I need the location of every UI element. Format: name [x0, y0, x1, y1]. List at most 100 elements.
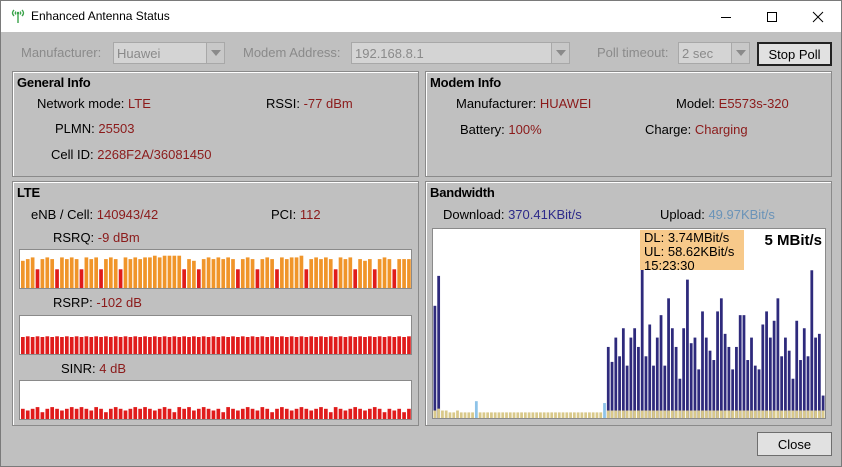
download-bar [750, 337, 753, 418]
poll-timeout-select[interactable]: 2 sec [678, 42, 750, 64]
upload-bar [535, 412, 539, 418]
rsrq-history-bar [177, 255, 182, 288]
rsrq-history-bar [196, 269, 201, 288]
rsrp-history-bar [192, 336, 196, 354]
rsrq-history-bar [250, 259, 255, 288]
manufacturer-select[interactable]: Huawei [113, 42, 225, 64]
minimize-button[interactable] [703, 1, 749, 32]
poll-timeout-label: Poll timeout: [597, 45, 669, 60]
rsrq-history-bar [148, 257, 152, 288]
rsrq-history-bar [377, 259, 382, 288]
title-bar[interactable]: Enhanced Antenna Status [1, 1, 841, 32]
upload-bar [576, 412, 580, 418]
rsrq-history-bar [187, 259, 191, 288]
download-bar [765, 311, 768, 418]
upload-bar [621, 410, 625, 418]
upload-bar [482, 412, 486, 418]
upload-bar [682, 410, 686, 418]
bandwidth-title: Bandwidth [430, 185, 495, 200]
chevron-down-icon[interactable] [551, 43, 569, 63]
model-value: E5573s-320 [718, 96, 789, 111]
rsrp-history-bar [338, 336, 343, 354]
rsrq-history-bar [138, 259, 142, 288]
upload-bar [674, 410, 678, 418]
rsrq-history-bar [99, 269, 103, 288]
rsrp-history-bar [284, 337, 289, 354]
upload-bar [633, 410, 637, 418]
sinr-history-bar [64, 408, 69, 419]
sinr-history-bar [45, 408, 50, 419]
upload-bar [565, 412, 569, 418]
rsrp-history-bar [245, 337, 250, 354]
rsrq-history-bar [382, 257, 387, 288]
rssi-label: RSSI: [266, 96, 300, 111]
upload-bar [806, 410, 810, 418]
sinr-history-bar [240, 408, 245, 419]
upload-bar [784, 410, 787, 418]
upload-bar [719, 410, 723, 418]
rssi-value: -77 dBm [303, 96, 353, 111]
sinr-history-bar [358, 408, 362, 419]
download-bar [806, 356, 810, 418]
sinr-label: SINR: [61, 361, 96, 376]
sinr-history-bar [265, 408, 270, 419]
rsrq-history-bar [182, 269, 186, 288]
upload-bar [697, 410, 701, 418]
modem-info-title: Modem Info [430, 75, 501, 90]
rsrq-history-bar [324, 257, 328, 288]
close-button[interactable]: Close [757, 432, 832, 456]
upload-bar [723, 410, 727, 418]
chevron-down-icon[interactable] [206, 43, 224, 63]
sinr-history-bar [309, 410, 314, 419]
rsrp-history-bar [333, 337, 338, 354]
rsrp-history-bar [79, 337, 84, 354]
download-bar [633, 328, 637, 418]
upload-bar [742, 410, 746, 418]
rsrp-history-bar [99, 337, 103, 354]
modem-address-select[interactable]: 192.168.8.1 [351, 42, 570, 64]
rsrp-history-bar [382, 337, 387, 354]
rsrp-history-bar [177, 337, 182, 354]
upload-bar [527, 412, 531, 418]
upload-bar [802, 410, 806, 418]
sinr-history-bar [55, 408, 59, 419]
stop-poll-button[interactable]: Stop Poll [757, 42, 832, 66]
rsrq-history-bar [260, 259, 265, 288]
upload-bar [452, 412, 456, 418]
modem-manufacturer-field: Manufacturer: HUAWEI [456, 96, 591, 111]
download-bar [735, 346, 738, 418]
rsrq-history-bar [245, 257, 250, 288]
rsrp-history-bar [275, 337, 279, 354]
download-bar [606, 346, 610, 418]
upload-bar [501, 412, 505, 418]
download-bar [433, 305, 437, 418]
sinr-history-bar [167, 408, 172, 419]
rsrp-history-bar [221, 336, 226, 354]
lte-title: LTE [17, 185, 40, 200]
close-window-button[interactable] [795, 1, 841, 32]
rsrq-history-bar [45, 257, 50, 288]
download-bar [742, 315, 746, 418]
rsrp-history-bar [226, 337, 230, 354]
download-bar [693, 337, 697, 418]
sinr-history-bar [94, 407, 98, 419]
rsrp-history-chart [19, 315, 412, 355]
rsrp-history-bar [30, 337, 35, 354]
chevron-down-icon[interactable] [731, 43, 749, 63]
rsrp-history-bar [250, 336, 255, 354]
upload-bar [618, 410, 621, 418]
sinr-history-bar [221, 412, 226, 419]
download-bar [689, 343, 693, 418]
rsrp-history-bar [108, 337, 113, 354]
upload-bar [629, 410, 633, 418]
maximize-button[interactable] [749, 1, 795, 32]
rsrq-history-bar [133, 257, 138, 288]
rsrq-history-bar [348, 257, 353, 288]
rsrq-history-bar [343, 259, 348, 288]
upload-bar [776, 410, 780, 418]
rsrp-history-bar [407, 336, 411, 354]
download-bar [768, 337, 772, 418]
rsrq-history-bar [240, 259, 245, 288]
upload-bar [508, 412, 512, 418]
charge-value: Charging [694, 122, 748, 137]
